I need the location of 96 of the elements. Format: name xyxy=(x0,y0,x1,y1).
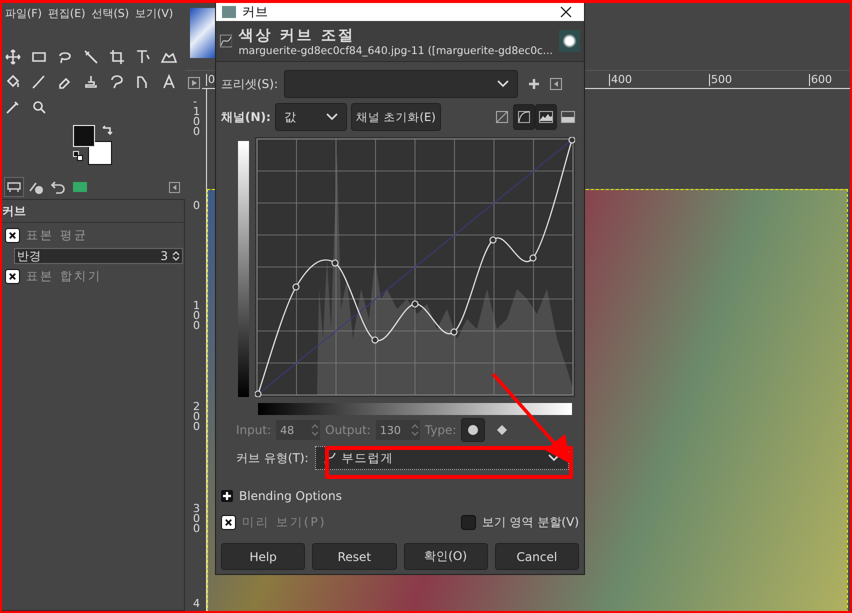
circle-icon xyxy=(467,424,480,436)
move-arrows-icon[interactable] xyxy=(5,49,21,65)
output-label: Output: xyxy=(325,423,371,437)
log-graph-button[interactable] xyxy=(513,104,535,130)
panel-menu-icon[interactable] xyxy=(169,182,180,192)
input-label: Input: xyxy=(236,423,272,437)
channel-label: 채널(N): xyxy=(221,108,271,126)
blending-options-label[interactable]: Blending Options xyxy=(239,489,342,503)
chevron-down-icon xyxy=(548,454,560,462)
control-point[interactable] xyxy=(372,336,378,344)
dialog-heading: 색상 커브 조절 xyxy=(238,26,356,44)
dialog-button[interactable]: Reset xyxy=(312,543,396,570)
window-thumbnail xyxy=(222,6,236,18)
bucket-icon[interactable] xyxy=(5,74,21,90)
histogram-icon xyxy=(539,111,553,123)
control-point[interactable] xyxy=(332,260,338,266)
rectangle-select-icon[interactable] xyxy=(31,49,47,65)
control-point[interactable] xyxy=(530,254,536,262)
control-point[interactable] xyxy=(412,300,418,308)
control-point[interactable] xyxy=(490,236,496,244)
tool-options-title: 커브 xyxy=(2,203,184,223)
checkbox-label: 표본 평균 xyxy=(26,227,88,244)
ruler-label: 300 xyxy=(193,504,201,534)
ruler-label: 4 xyxy=(193,599,201,609)
radius-spin-field[interactable]: 반경 3 xyxy=(14,248,183,264)
control-point[interactable] xyxy=(568,137,575,144)
diamond-icon xyxy=(496,424,508,436)
lasso-icon[interactable] xyxy=(57,49,73,65)
brush-icon[interactable] xyxy=(31,74,47,90)
text-tool-icon[interactable] xyxy=(135,49,151,65)
letter-a-icon[interactable] xyxy=(161,74,177,90)
ruler-label: 100 xyxy=(193,301,201,331)
default-colors-icon[interactable] xyxy=(73,151,83,161)
control-point[interactable] xyxy=(292,284,300,290)
zoom-icon[interactable] xyxy=(31,99,47,115)
diagonal-line-icon xyxy=(496,111,508,123)
ruler-label: 200 xyxy=(193,402,201,432)
picker-icon[interactable] xyxy=(5,99,21,115)
spin-arrows-icon[interactable] xyxy=(172,250,180,262)
ruler-label: 0 xyxy=(193,201,201,211)
type-label: Type: xyxy=(424,423,456,437)
navigate-icon[interactable] xyxy=(188,77,200,89)
expand-icon[interactable] xyxy=(221,490,233,502)
x-mark-icon xyxy=(8,231,17,240)
bar-icon xyxy=(561,111,575,123)
image-subtitle: marguerite-gd8ec0cf84_640.jpg-11 ([marguerite-gd8ec0c... xyxy=(238,44,553,56)
foreground-color-swatch[interactable] xyxy=(73,125,95,147)
preset-label: 프리셋(S): xyxy=(221,76,278,92)
checkbox[interactable] xyxy=(5,228,20,243)
dialog-button[interactable]: 확인(O) xyxy=(404,543,488,570)
preview-label: 미리 보기(P) xyxy=(242,514,326,530)
ruler-label: 400 xyxy=(609,74,632,86)
smudge-icon[interactable] xyxy=(109,74,125,90)
menu-item[interactable]: 보기(V) xyxy=(135,6,174,20)
close-icon[interactable] xyxy=(560,6,572,18)
input-field[interactable]: 48 xyxy=(276,420,320,440)
control-point[interactable] xyxy=(450,328,458,336)
menu-item[interactable]: 선택(S) xyxy=(91,6,130,20)
reset-channel-button[interactable]: 채널 초기화(E) xyxy=(350,103,441,131)
dialog-button[interactable]: Help xyxy=(221,543,306,570)
split-view-label: 보기 영역 분할(V) xyxy=(482,514,579,530)
curve-type-label: 커브 유형(T): xyxy=(236,450,309,466)
wand-icon[interactable] xyxy=(83,49,99,65)
menu-item[interactable]: 편집(E) xyxy=(48,6,86,20)
stamp-icon[interactable] xyxy=(83,74,99,90)
add-icon[interactable] xyxy=(528,78,540,90)
swap-arrows-icon[interactable] xyxy=(101,125,113,137)
preview-checkbox[interactable] xyxy=(221,514,236,530)
dock-tab[interactable] xyxy=(4,177,24,197)
split-view-checkbox[interactable] xyxy=(460,514,476,530)
background-color-swatch[interactable] xyxy=(88,141,112,165)
histogram-button[interactable] xyxy=(535,104,557,130)
control-point[interactable] xyxy=(255,390,262,397)
checkbox[interactable] xyxy=(5,269,20,284)
smooth-curve-icon xyxy=(324,452,336,464)
curve-icon xyxy=(518,111,530,123)
output-field[interactable]: 130 xyxy=(376,420,420,440)
x-mark-icon xyxy=(224,518,233,526)
menu-item[interactable]: 파일(F) xyxy=(5,6,42,20)
ruler-label: 600 xyxy=(809,74,832,86)
panel-menu-icon[interactable] xyxy=(550,78,562,90)
image-thumbnail-tab[interactable] xyxy=(190,8,216,58)
chevron-down-icon xyxy=(326,113,338,121)
window-title: 커브 xyxy=(242,4,268,20)
ruler-label: -100 xyxy=(193,97,201,137)
dialog-button[interactable]: Cancel xyxy=(494,543,579,570)
chevron-down-icon xyxy=(497,80,510,88)
checkbox-label: 표본 합치기 xyxy=(26,268,102,285)
undo-icon xyxy=(50,179,66,195)
channel-dropdown[interactable]: 값 xyxy=(274,103,347,131)
image-icon xyxy=(72,179,88,195)
ruler-label: 500 xyxy=(709,74,732,86)
image-thumbnail xyxy=(558,30,580,52)
x-mark-icon xyxy=(8,272,17,281)
crop-icon[interactable] xyxy=(109,49,125,65)
smooth-point-button[interactable] xyxy=(461,418,486,442)
